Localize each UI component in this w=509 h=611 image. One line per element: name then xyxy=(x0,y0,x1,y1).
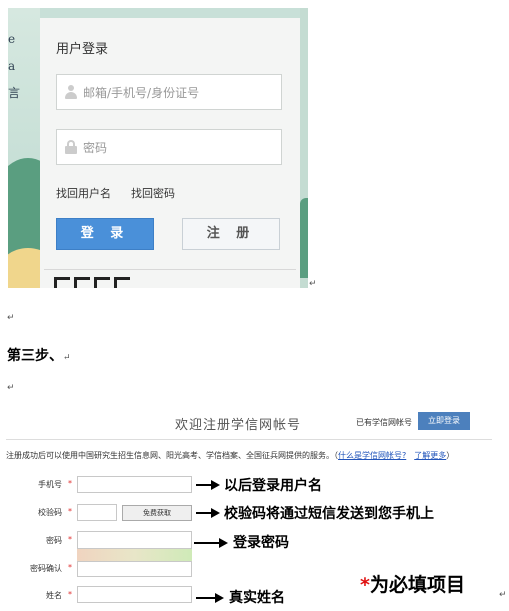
background-hill xyxy=(300,198,308,278)
login-screenshot: e a 言 用户登录 邮箱/手机号/身份证号 密码 找回用户名 找回密码 登 录… xyxy=(8,8,308,288)
user-icon xyxy=(65,85,77,99)
login-button[interactable]: 登 录 xyxy=(56,218,154,250)
step-heading: 第三步、↵ xyxy=(7,345,71,365)
password-strength-bar xyxy=(77,549,192,561)
side-char: 言 xyxy=(8,86,21,100)
background-right xyxy=(300,8,308,288)
get-code-button[interactable]: 免费获取 xyxy=(122,505,192,521)
required-star: * xyxy=(360,574,370,596)
code-label: 校验码 xyxy=(38,508,62,517)
required-note-text: 为必填项目 xyxy=(369,574,465,596)
paragraph-mark: ↵ xyxy=(63,353,71,363)
divider xyxy=(44,269,296,270)
name-label: 姓名 xyxy=(46,591,62,600)
required-note: *为必填项目 xyxy=(360,570,465,597)
what-is-account-link[interactable]: 什么是学信网帐号? xyxy=(338,451,406,460)
required-mark: * xyxy=(68,507,72,516)
lock-icon xyxy=(65,140,77,154)
arrow-icon xyxy=(196,479,220,491)
login-card: 用户登录 邮箱/手机号/身份证号 密码 找回用户名 找回密码 登 录 注 册 xyxy=(40,18,300,288)
required-mark: * xyxy=(68,590,72,599)
paragraph-mark: ↵ xyxy=(309,279,317,289)
register-screenshot: 欢迎注册学信网帐号 已有学信网帐号 立即登录 注册成功后可以使用中国研究生招生信… xyxy=(0,404,500,608)
learn-more-link[interactable]: 了解更多 xyxy=(414,451,446,460)
annotation-name: 真实姓名 xyxy=(229,590,285,606)
find-password-link[interactable]: 找回密码 xyxy=(131,185,175,201)
cut-off-side-text: e a 言 xyxy=(8,26,20,107)
code-input[interactable] xyxy=(77,504,117,521)
step-heading-text: 第三步、 xyxy=(7,348,63,364)
has-account-text: 已有学信网帐号 xyxy=(356,418,412,427)
register-title: 欢迎注册学信网帐号 xyxy=(175,418,302,433)
paragraph-mark: ↵ xyxy=(7,383,15,393)
annotation-code: 校验码将通过短信发送到您手机上 xyxy=(224,506,434,522)
cut-off-heading xyxy=(54,276,294,288)
arrow-icon xyxy=(196,507,220,519)
arrow-icon xyxy=(196,592,224,604)
find-username-link[interactable]: 找回用户名 xyxy=(56,185,111,201)
annotation-password: 登录密码 xyxy=(233,535,289,551)
side-char: a xyxy=(8,59,16,73)
password-input[interactable] xyxy=(77,531,192,549)
required-mark: * xyxy=(68,479,72,488)
password-input[interactable]: 密码 xyxy=(56,129,282,165)
username-input[interactable]: 邮箱/手机号/身份证号 xyxy=(56,74,282,110)
required-mark: * xyxy=(68,563,72,572)
confirm-password-input[interactable] xyxy=(77,561,192,577)
phone-input[interactable] xyxy=(77,476,192,493)
register-button[interactable]: 注 册 xyxy=(182,218,280,250)
info-close: ） xyxy=(446,451,455,460)
confirm-password-label: 密码确认 xyxy=(30,564,62,573)
username-placeholder: 邮箱/手机号/身份证号 xyxy=(83,86,200,100)
paragraph-mark: ↵ xyxy=(7,313,15,323)
register-info-text: 注册成功后可以使用中国研究生招生信息网、阳光高考、学信档案、全国征兵网提供的服务… xyxy=(6,450,454,461)
annotation-phone: 以后登录用户名 xyxy=(224,478,322,494)
info-text: 注册成功后可以使用中国研究生招生信息网、阳光高考、学信档案、全国征兵网提供的服务… xyxy=(6,451,338,460)
divider xyxy=(6,439,492,440)
phone-label: 手机号 xyxy=(38,480,62,489)
login-now-button[interactable]: 立即登录 xyxy=(418,412,470,430)
arrow-icon xyxy=(194,537,228,549)
password-placeholder: 密码 xyxy=(83,141,108,155)
password-label: 密码 xyxy=(46,536,62,545)
login-title: 用户登录 xyxy=(56,42,109,57)
name-input[interactable] xyxy=(77,586,192,603)
side-char: e xyxy=(8,32,16,46)
paragraph-mark: ↵ xyxy=(499,590,507,600)
required-mark: * xyxy=(68,535,72,544)
